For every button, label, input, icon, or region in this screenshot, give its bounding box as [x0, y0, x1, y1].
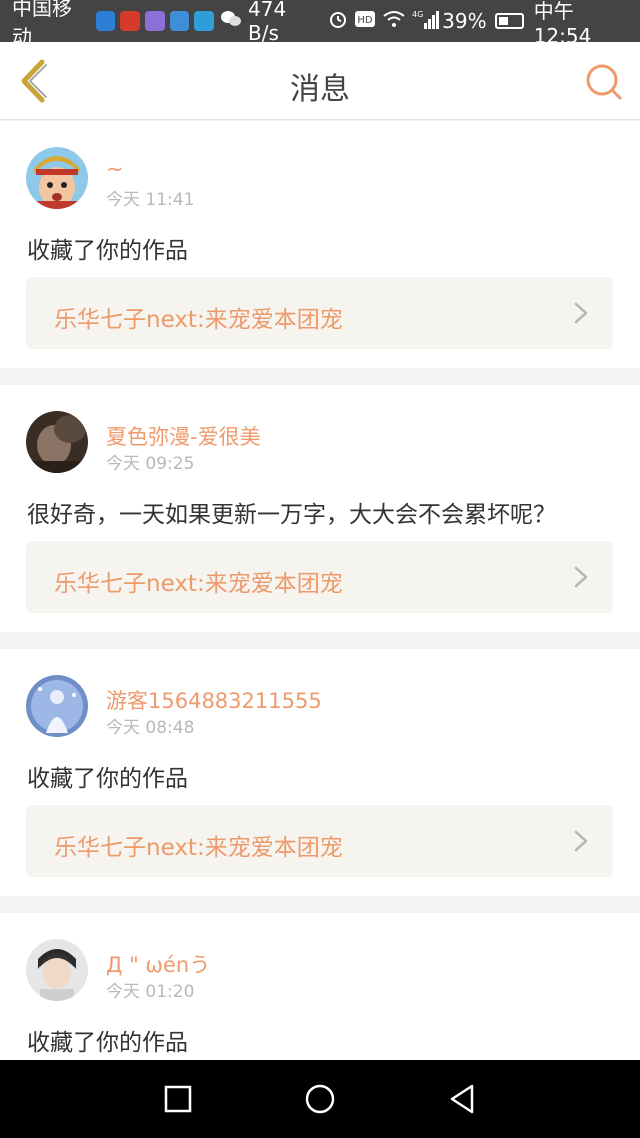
message-time: 今天 09:25 — [106, 454, 195, 474]
message-card: 游客1564883211555 今天 08:48 收藏了你的作品 乐华七子nex… — [0, 649, 640, 896]
work-link[interactable]: 乐华七子next:来宠爱本团宠 — [26, 277, 613, 349]
signal-icon: 4G — [412, 9, 442, 34]
message-card: ~ 今天 11:41 收藏了你的作品 乐华七子next:来宠爱本团宠 — [0, 121, 640, 368]
chat-app-icon — [169, 11, 190, 31]
message-text: 收藏了你的作品 — [27, 1030, 188, 1056]
wechat-icon — [220, 10, 242, 33]
user-name[interactable]: 游客1564883211555 — [106, 685, 322, 715]
message-time: 今天 11:41 — [106, 190, 195, 210]
avatar[interactable] — [26, 147, 88, 209]
work-title: 乐华七子next:来宠爱本团宠 — [54, 571, 343, 597]
network-type-label: 4G — [412, 10, 423, 19]
message-list: ~ 今天 11:41 收藏了你的作品 乐华七子next:来宠爱本团宠 夏色弥漫-… — [0, 121, 640, 1138]
work-title: 乐华七子next:来宠爱本团宠 — [54, 307, 343, 333]
battery-level: 39% — [442, 9, 487, 33]
alarm-icon — [328, 9, 348, 34]
message-text: 收藏了你的作品 — [27, 766, 188, 792]
recents-square-icon — [164, 1085, 192, 1113]
message-text: 很好奇，一天如果更新一万字，大大会不会累坏呢？ — [27, 502, 556, 528]
back-nav-button[interactable] — [442, 1079, 482, 1119]
user-name[interactable]: Д " ωénう — [106, 949, 210, 979]
shield-app-icon — [95, 11, 116, 31]
battery-fill — [498, 17, 508, 25]
home-button[interactable] — [300, 1079, 340, 1119]
status-bar: 中国移动 474 B/s HD 4G 39% 中午12:54 — [0, 0, 640, 49]
page-title: 消息 — [290, 72, 350, 107]
search-icon — [586, 64, 622, 100]
recents-button[interactable] — [158, 1079, 198, 1119]
work-title: 乐华七子next:来宠爱本团宠 — [54, 835, 343, 861]
system-nav-bar — [0, 1060, 640, 1138]
message-card: 夏色弥漫-爱很美 今天 09:25 很好奇，一天如果更新一万字，大大会不会累坏呢… — [0, 385, 640, 632]
user-name[interactable]: ~ — [106, 157, 124, 181]
message-text: 收藏了你的作品 — [27, 238, 188, 264]
battery-icon — [494, 13, 524, 29]
avatar[interactable] — [26, 411, 88, 473]
message-time: 今天 08:48 — [106, 718, 195, 738]
avatar[interactable] — [26, 675, 88, 737]
clock: 中午12:54 — [533, 0, 592, 48]
back-triangle-icon — [450, 1084, 474, 1114]
net-speed: 474 B/s — [248, 0, 287, 45]
hd-icon: HD — [354, 10, 376, 33]
user-name[interactable]: 夏色弥漫-爱很美 — [106, 421, 261, 451]
chevron-right-icon — [574, 830, 588, 852]
work-link[interactable]: 乐华七子next:来宠爱本团宠 — [26, 541, 613, 613]
svg-text:HD: HD — [358, 15, 374, 26]
avatar[interactable] — [26, 939, 88, 1001]
wifi-icon — [382, 10, 406, 33]
work-link[interactable]: 乐华七子next:来宠爱本团宠 — [26, 805, 613, 877]
home-circle-icon — [305, 1084, 335, 1114]
chevron-right-icon — [574, 566, 588, 588]
mail-app-icon — [145, 11, 165, 31]
screen: 中国移动 474 B/s HD 4G 39% 中午12:54 消息 ~ 今天 1… — [0, 0, 640, 1138]
news-app-icon — [120, 11, 140, 31]
browser-app-icon — [194, 11, 215, 31]
message-time: 今天 01:20 — [106, 982, 195, 1002]
header: 消息 — [0, 42, 640, 120]
search-button[interactable] — [584, 62, 624, 102]
chevron-right-icon — [574, 302, 588, 324]
